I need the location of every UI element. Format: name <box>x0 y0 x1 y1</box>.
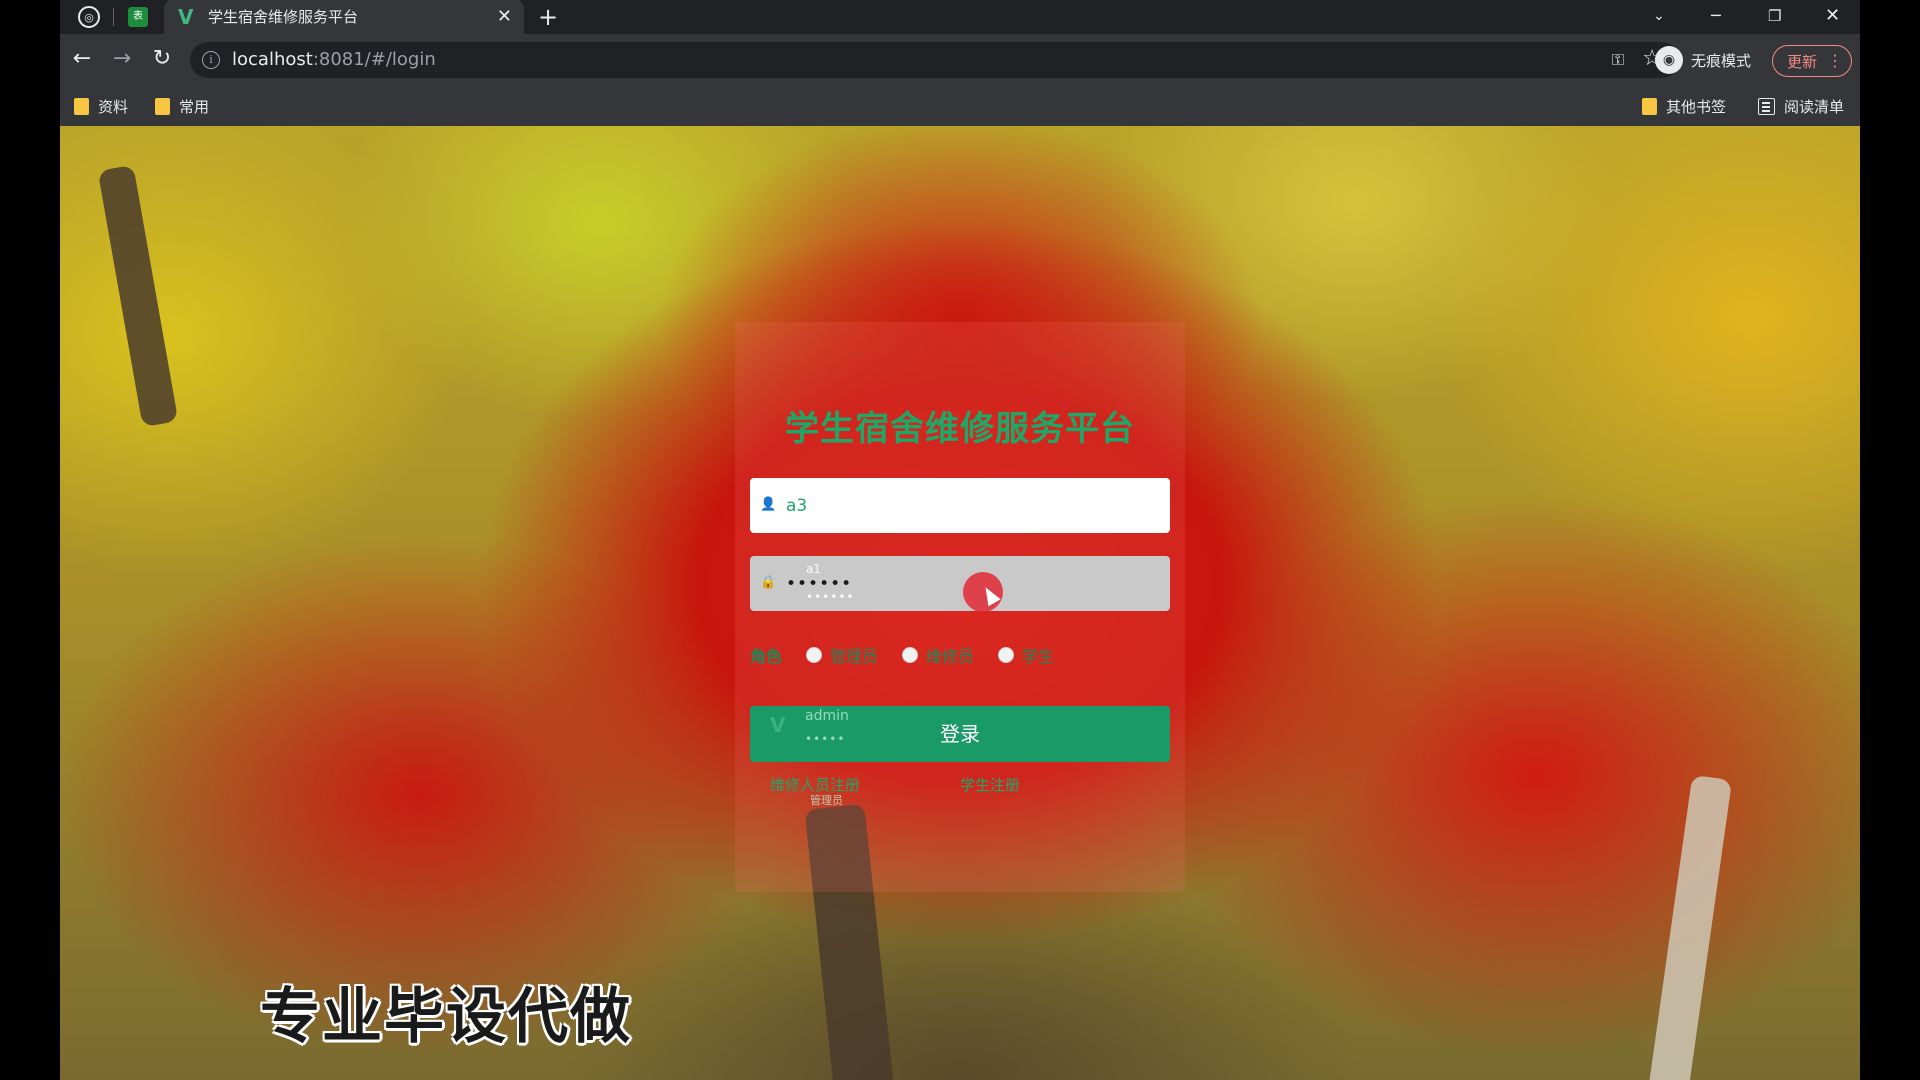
tab-strip: ◎ 表 V 学生宿舍维修服务平台 ✕ + ⌄ ─ ❐ ✕ <box>60 0 1860 34</box>
radio-circle-icon[interactable] <box>998 647 1015 663</box>
app-tab-icon[interactable]: 表 <box>128 7 148 27</box>
tab-divider <box>113 8 114 26</box>
background-trunk <box>97 164 179 428</box>
role-option-label: 管理员 <box>830 647 879 666</box>
reading-list-icon <box>1758 98 1775 115</box>
address-url[interactable]: localhost:8081/#/login <box>232 50 436 70</box>
url-host: localhost <box>232 49 313 70</box>
username-input[interactable] <box>786 478 1156 533</box>
register-links: 维修人员注册 管理员 学生注册 <box>750 774 1170 814</box>
role-radio-admin[interactable]: 管理员 <box>806 643 878 667</box>
url-path: :8081/#/login <box>312 49 436 70</box>
browser-window: ◎ 表 V 学生宿舍维修服务平台 ✕ + ⌄ ─ ❐ ✕ ← → ↻ i loc… <box>60 0 1860 1080</box>
bookmark-folder-ziliao[interactable]: 资料 <box>74 96 128 117</box>
incognito-indicator[interactable]: ◉ 无痕模式 <box>1655 44 1751 76</box>
lock-icon: 🔒 <box>760 575 777 590</box>
info-icon[interactable]: i <box>202 51 220 69</box>
tab-active[interactable]: V 学生宿舍维修服务平台 ✕ <box>164 0 524 34</box>
watermark-text: 专业毕设代做 <box>260 982 632 1052</box>
incognito-icon: ◉ <box>1655 46 1683 74</box>
bookmark-label: 阅读清单 <box>1784 98 1845 116</box>
tab-search-icon[interactable]: ⌄ <box>1653 4 1665 28</box>
login-button[interactable]: V admin ••••• 登录 <box>750 706 1170 762</box>
minimize-icon[interactable]: ─ <box>1711 4 1721 28</box>
autofill-ghost-admin: 管理员 <box>810 794 843 807</box>
browser-toolbar: ← → ↻ i localhost:8081/#/login ⚿ ☆ ◉ 无痕模… <box>60 34 1860 86</box>
reload-icon[interactable]: ↻ <box>150 47 174 71</box>
update-label: 更新 <box>1787 52 1818 71</box>
forward-arrow-icon[interactable]: → <box>110 47 134 71</box>
profile-globe-icon[interactable]: ◎ <box>78 6 100 28</box>
back-arrow-icon[interactable]: ← <box>70 47 94 71</box>
role-radio-student[interactable]: 学生 <box>998 643 1054 667</box>
role-option-label: 学生 <box>1022 647 1055 666</box>
role-selector: 角色 管理员 维修员 学生 <box>750 642 1170 668</box>
radio-circle-icon[interactable] <box>902 647 919 663</box>
incognito-label: 无痕模式 <box>1691 51 1752 70</box>
user-icon: 👤 <box>760 497 777 512</box>
username-field[interactable]: 👤 <box>750 478 1170 533</box>
tab-title: 学生宿舍维修服务平台 <box>208 8 359 26</box>
login-button-label: 登录 <box>940 722 980 746</box>
bookmark-label: 资料 <box>98 98 129 116</box>
bookmark-folder-changyong[interactable]: 常用 <box>155 96 209 117</box>
role-label: 角色 <box>750 647 783 666</box>
vue-favicon-icon: V <box>178 5 194 29</box>
password-field[interactable]: 🔒 a1 •••••• <box>750 556 1170 612</box>
login-panel: 学生宿舍维修服务平台 👤 🔒 a1 •••••• 角色 管理员 <box>735 322 1185 892</box>
more-vert-icon: ⋮ <box>1827 51 1844 70</box>
bookmark-label: 其他书签 <box>1666 98 1727 116</box>
tab-close-icon[interactable]: ✕ <box>497 6 512 28</box>
bookmarks-bar: 资料 常用 其他书签 阅读清单 <box>60 86 1860 126</box>
folder-icon <box>74 98 89 115</box>
folder-icon <box>155 98 170 115</box>
new-tab-button[interactable]: + <box>538 3 558 31</box>
student-register-link[interactable]: 学生注册 <box>960 774 1020 795</box>
page-viewport: 学生宿舍维修服务平台 👤 🔒 a1 •••••• 角色 管理员 <box>60 126 1860 1080</box>
reading-list[interactable]: 阅读清单 <box>1758 96 1844 117</box>
radio-circle-icon[interactable] <box>806 647 823 663</box>
folder-icon <box>1642 98 1657 115</box>
address-bar[interactable]: i localhost:8081/#/login ⚿ ☆ <box>190 42 1680 78</box>
autofill-hint-dots: •••••• <box>806 590 855 604</box>
login-title: 学生宿舍维修服务平台 <box>785 409 1135 449</box>
background-trunk <box>1647 774 1733 1080</box>
bookmark-folder-other[interactable]: 其他书签 <box>1642 96 1726 117</box>
update-button[interactable]: 更新 ⋮ <box>1772 45 1852 77</box>
restore-icon[interactable]: ❐ <box>1768 4 1781 28</box>
bookmark-label: 常用 <box>179 98 210 116</box>
role-radio-repairer[interactable]: 维修员 <box>902 643 974 667</box>
key-icon[interactable]: ⚿ <box>1612 49 1624 71</box>
role-option-label: 维修员 <box>926 647 975 666</box>
window-close-icon[interactable]: ✕ <box>1825 4 1840 28</box>
autofill-hint-user: a1 <box>806 562 821 576</box>
